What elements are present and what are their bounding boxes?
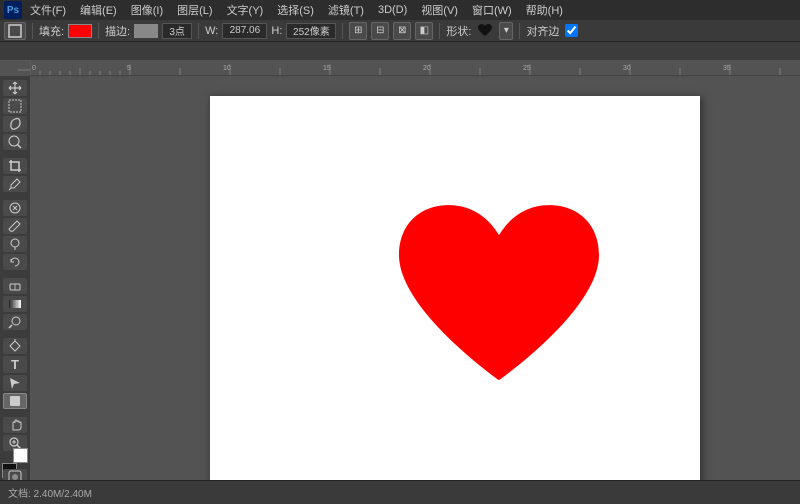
fill-label: 填充: <box>39 23 64 39</box>
heart-container <box>389 200 609 413</box>
svg-text:0: 0 <box>32 65 36 72</box>
svg-text:10: 10 <box>223 65 231 72</box>
align-edges-label: 对齐边 <box>526 23 559 39</box>
svg-text:35: 35 <box>723 65 731 72</box>
toolbar-separator-3 <box>198 23 199 39</box>
menu-layer[interactable]: 图层(L) <box>171 1 218 19</box>
width-label: W: <box>205 25 218 37</box>
top-toolbar: 填充: 描边: W: H: ⊞ ⊟ ⊠ ◧ 形状: ▾ 对齐边 <box>0 20 800 42</box>
ruler-top: 0 5 10 15 20 25 30 35 <box>30 60 800 76</box>
menu-view[interactable]: 视图(V) <box>415 1 464 19</box>
shape-options-btn[interactable]: ▾ <box>499 22 513 40</box>
crop-tool[interactable] <box>3 158 27 174</box>
align-edges-checkbox[interactable] <box>565 24 578 37</box>
marquee-tool[interactable] <box>3 98 27 114</box>
eraser-tool[interactable] <box>3 278 27 294</box>
heal-tool[interactable] <box>3 200 27 216</box>
status-bar: 文档: 2.40M/2.40M <box>0 480 800 504</box>
quick-mask-btn[interactable] <box>3 469 27 480</box>
tool-panel: T <box>0 76 30 480</box>
toolbar-separator-4 <box>342 23 343 39</box>
lasso-tool[interactable] <box>3 116 27 132</box>
path-select-tool[interactable] <box>3 375 27 391</box>
background-color[interactable] <box>13 448 28 463</box>
menu-window[interactable]: 窗口(W) <box>466 1 518 19</box>
stroke-color-swatch[interactable] <box>134 24 158 38</box>
fill-color-swatch[interactable] <box>68 24 92 38</box>
pen-tool[interactable] <box>3 338 27 354</box>
width-input[interactable] <box>222 23 267 39</box>
menu-filter[interactable]: 滤镜(T) <box>322 1 370 19</box>
toolbar-separator-1 <box>32 23 33 39</box>
history-brush-tool[interactable] <box>3 254 27 270</box>
menu-edit[interactable]: 编辑(E) <box>74 1 123 19</box>
shape-heart-icon[interactable] <box>475 23 495 39</box>
document-canvas[interactable] <box>210 96 700 480</box>
ruler-top-svg: 0 5 10 15 20 25 30 35 <box>30 60 800 76</box>
svg-text:30: 30 <box>623 65 631 72</box>
canvas-area <box>30 76 800 480</box>
stroke-label: 描边: <box>105 23 130 39</box>
shape-tool-icon[interactable] <box>4 22 26 40</box>
ps-logo: Ps <box>4 1 22 19</box>
svg-text:25: 25 <box>523 65 531 72</box>
clone-tool[interactable] <box>3 236 27 252</box>
shape-tool[interactable] <box>3 393 27 409</box>
toolbar-separator-2 <box>98 23 99 39</box>
doc-info: 文档: 2.40M/2.40M <box>8 485 92 500</box>
move-tool[interactable] <box>3 80 27 96</box>
toolbar-separator-6 <box>519 23 520 39</box>
heart-svg <box>389 200 609 410</box>
shape-label: 形状: <box>446 23 471 39</box>
svg-text:5: 5 <box>127 65 131 72</box>
menu-bar: Ps 文件(F) 编辑(E) 图像(I) 图层(L) 文字(Y) 选择(S) 滤… <box>0 0 800 20</box>
toolbar-separator-5 <box>439 23 440 39</box>
hand-tool[interactable] <box>3 417 27 433</box>
quick-select-tool[interactable] <box>3 134 27 150</box>
menu-select[interactable]: 选择(S) <box>271 1 320 19</box>
stroke-size-input[interactable] <box>162 23 192 39</box>
menu-3d[interactable]: 3D(D) <box>372 3 413 17</box>
align-icon-1[interactable]: ⊞ <box>349 22 367 40</box>
align-icon-4[interactable]: ◧ <box>415 22 433 40</box>
height-label: H: <box>271 25 282 37</box>
svg-text:15: 15 <box>323 65 331 72</box>
type-tool[interactable]: T <box>3 356 27 373</box>
menu-help[interactable]: 帮助(H) <box>520 1 569 19</box>
align-icon-3[interactable]: ⊠ <box>393 22 411 40</box>
gradient-tool[interactable] <box>3 296 27 312</box>
svg-text:20: 20 <box>423 65 431 72</box>
align-icon-2[interactable]: ⊟ <box>371 22 389 40</box>
dodge-tool[interactable] <box>3 314 27 330</box>
menu-image[interactable]: 图像(I) <box>125 1 169 19</box>
brush-tool[interactable] <box>3 218 27 234</box>
menu-text[interactable]: 文字(Y) <box>221 1 270 19</box>
eyedropper-tool[interactable] <box>3 176 27 192</box>
height-input[interactable] <box>286 23 336 39</box>
menu-file[interactable]: 文件(F) <box>24 1 72 19</box>
